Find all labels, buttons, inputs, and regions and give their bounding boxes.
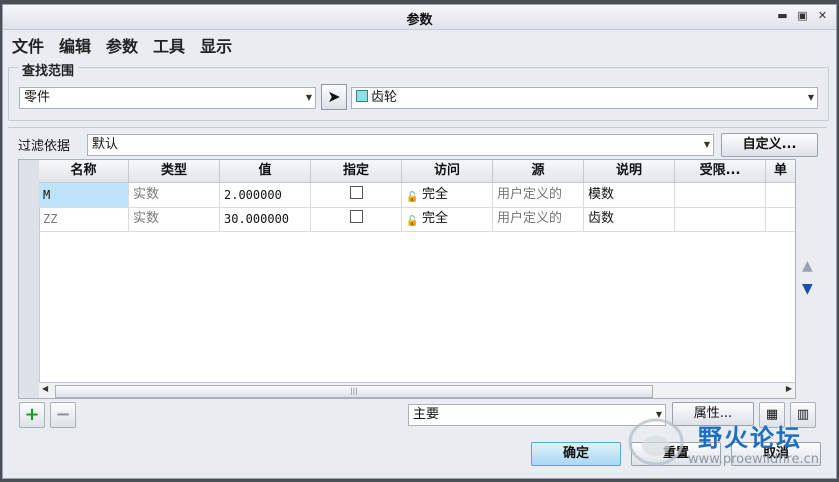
cell-restricted[interactable] — [675, 207, 766, 231]
cell-access[interactable]: 🔓 完全 — [402, 183, 493, 207]
scrollbar-thumb[interactable]: ||| — [55, 385, 653, 398]
watermark: 野火论坛 www.proewildfire.cn — [628, 414, 833, 478]
title-bar: 参数 ▬ ▣ ✕ — [3, 5, 836, 30]
scope-object-value: 齿轮 — [371, 90, 398, 105]
cell-source[interactable]: 用户定义的 — [493, 183, 584, 207]
column-header-restricted[interactable]: 受限... — [675, 160, 766, 182]
filter-value: 默认 — [92, 137, 119, 152]
filter-label: 过滤依据 — [18, 139, 71, 154]
customize-button[interactable]: 自定义... — [721, 133, 818, 157]
column-header-unit[interactable]: 单 — [766, 160, 795, 182]
column-header-designate[interactable]: 指定 — [311, 160, 402, 182]
move-up-icon[interactable]: ▲ — [802, 258, 813, 274]
chevron-down-icon: ▼ — [703, 140, 710, 149]
remove-parameter-button[interactable]: − — [50, 402, 76, 428]
select-pointer-button[interactable]: ➤ — [321, 84, 347, 110]
access-value: 完全 — [422, 187, 449, 202]
main-value: 主要 — [413, 407, 440, 422]
filter-select[interactable]: 默认 ▼ — [87, 134, 714, 156]
move-down-icon[interactable]: ▼ — [802, 281, 813, 297]
menu-bar: 文件 编辑 参数 工具 显示 — [12, 33, 232, 57]
scope-group-title: 查找范围 — [18, 60, 79, 79]
horizontal-scrollbar[interactable]: ◀ ||| ▶ — [39, 382, 795, 398]
cell-unit[interactable] — [766, 183, 795, 207]
lock-icon: 🔓 — [406, 216, 419, 227]
parameters-table: 名称 类型 值 指定 访问 源 说明 受限... 单 M 实数 2.000000… — [18, 159, 796, 399]
menu-parameters[interactable]: 参数 — [106, 33, 138, 57]
column-header-name[interactable]: 名称 — [39, 160, 129, 182]
ok-button[interactable]: 确定 — [531, 442, 621, 466]
watermark-url: www.proewildfire.cn — [688, 452, 819, 467]
cell-name[interactable]: M — [39, 183, 129, 207]
cell-type[interactable]: 实数 — [129, 207, 220, 231]
menu-file[interactable]: 文件 — [12, 33, 44, 57]
menu-display[interactable]: 显示 — [200, 33, 232, 57]
scroll-right-icon[interactable]: ▶ — [786, 384, 792, 393]
access-value: 完全 — [422, 211, 449, 226]
maximize-icon[interactable]: ▣ — [797, 9, 808, 22]
add-parameter-button[interactable]: + — [19, 402, 45, 428]
column-header-description[interactable]: 说明 — [584, 160, 675, 182]
scope-object-select[interactable]: 齿轮 ▼ — [351, 87, 818, 109]
cell-description[interactable]: 模数 — [584, 183, 675, 207]
cell-name[interactable]: ZZ — [39, 207, 129, 231]
cell-unit[interactable] — [766, 207, 795, 231]
menu-edit[interactable]: 编辑 — [59, 33, 91, 57]
cell-designate — [311, 183, 402, 207]
table-row[interactable]: M 实数 2.000000 🔓 完全 用户定义的 模数 — [39, 183, 795, 208]
designate-checkbox[interactable] — [349, 186, 363, 199]
cell-designate — [311, 207, 402, 231]
cell-value[interactable]: 2.000000 — [220, 183, 311, 207]
scope-type-select[interactable]: 零件 ▼ — [19, 87, 316, 109]
cell-type[interactable]: 实数 — [129, 183, 220, 207]
cell-value[interactable]: 30.000000 — [220, 207, 311, 231]
column-header-access[interactable]: 访问 — [402, 160, 493, 182]
column-header-source[interactable]: 源 — [493, 160, 584, 182]
cursor-arrow-icon: ➤ — [327, 87, 341, 106]
cell-source[interactable]: 用户定义的 — [493, 207, 584, 231]
table-header: 名称 类型 值 指定 访问 源 说明 受限... 单 — [39, 160, 795, 183]
divider — [8, 127, 827, 128]
column-header-value[interactable]: 值 — [220, 160, 311, 182]
cell-access[interactable]: 🔓 完全 — [402, 207, 493, 231]
scope-type-value: 零件 — [24, 90, 51, 105]
cell-description[interactable]: 齿数 — [584, 207, 675, 231]
minimize-icon[interactable]: ▬ — [777, 9, 788, 22]
window-title: 参数 — [406, 13, 433, 28]
column-header-type[interactable]: 类型 — [129, 160, 220, 182]
watermark-brand: 野火论坛 — [698, 424, 802, 452]
part-icon — [356, 90, 368, 102]
lock-icon: 🔓 — [406, 192, 419, 203]
table-row[interactable]: ZZ 实数 30.000000 🔓 完全 用户定义的 齿数 — [39, 207, 795, 232]
scroll-left-icon[interactable]: ◀ — [42, 384, 48, 393]
cell-restricted[interactable] — [675, 183, 766, 207]
designate-checkbox[interactable] — [349, 210, 363, 223]
close-icon[interactable]: ✕ — [817, 9, 828, 22]
chevron-down-icon: ▼ — [305, 93, 312, 102]
chevron-down-icon: ▼ — [807, 93, 814, 102]
menu-tools[interactable]: 工具 — [153, 33, 185, 57]
row-header-column — [19, 160, 40, 398]
